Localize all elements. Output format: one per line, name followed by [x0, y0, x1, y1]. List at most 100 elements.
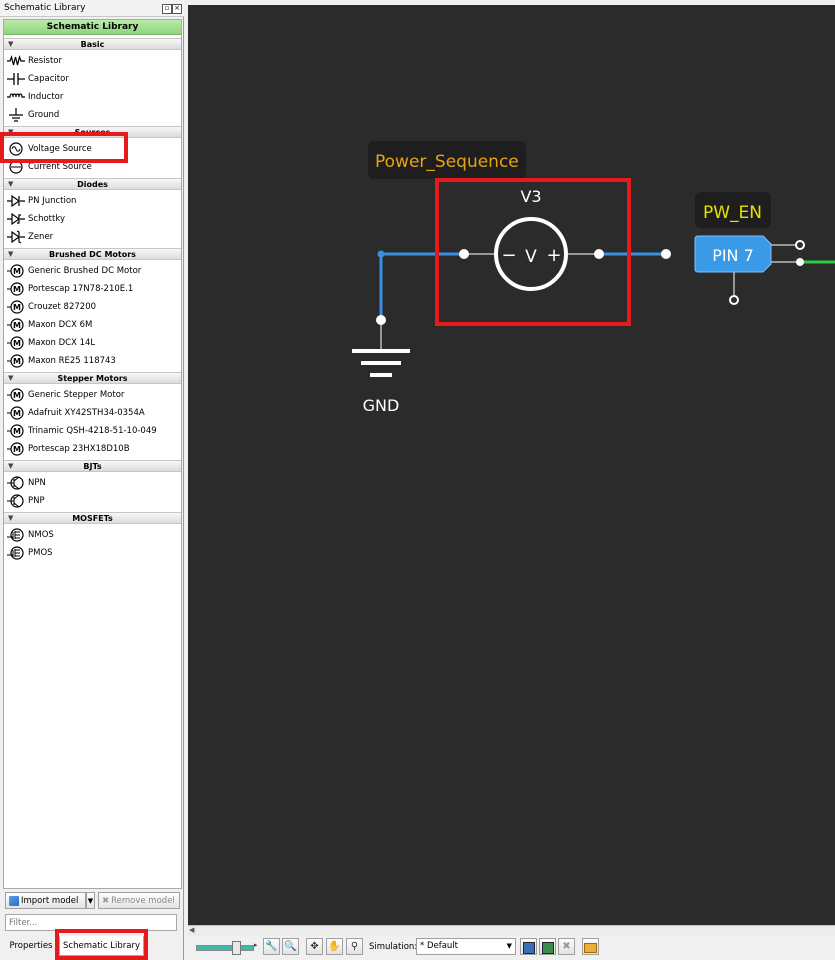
library-item-label: Crouzet 827200	[28, 302, 97, 312]
pin-terminal-right	[796, 258, 804, 266]
library-item-pn-junction[interactable]: PN Junction	[6, 193, 176, 209]
svg-text:M: M	[13, 321, 21, 330]
zoom-slider[interactable]	[196, 941, 254, 955]
collapse-arrow-icon: ▼	[8, 250, 14, 258]
panel-titlebar: Schematic Library ▫ ×	[0, 0, 184, 17]
import-model-button[interactable]: Import model	[5, 892, 86, 909]
category-stepper-motors[interactable]: ▼ Stepper Motors	[4, 372, 181, 384]
library-item-schottky[interactable]: Schottky	[6, 211, 176, 227]
svg-text:M: M	[13, 285, 21, 294]
probe-icon: ⚲	[350, 941, 359, 952]
horizontal-scrollbar[interactable]: ◀	[188, 925, 835, 936]
hand-tool-button[interactable]: ✋	[326, 938, 343, 955]
motor-icon: M	[7, 442, 24, 456]
library-item-portescap-23hx18d10b[interactable]: M Portescap 23HX18D10B	[6, 441, 176, 457]
library-item-label: Zener	[28, 232, 54, 242]
pin-label: PIN 7	[712, 246, 754, 265]
library-item-maxon-re25[interactable]: M Maxon RE25 118743	[6, 353, 176, 369]
pmos-icon	[7, 546, 24, 560]
library-item-pmos[interactable]: PMOS	[6, 545, 176, 561]
library-item-maxon-dcx-6m[interactable]: M Maxon DCX 6M	[6, 317, 176, 333]
probe-button[interactable]: ⚲	[346, 938, 363, 955]
library-item-pnp[interactable]: PNP	[6, 493, 176, 509]
filter-input[interactable]: Filter...	[5, 914, 177, 931]
save-button[interactable]	[520, 938, 537, 955]
model-toolbar: Import model ▼ ✖ Remove model	[3, 892, 182, 910]
svg-text:M: M	[13, 445, 21, 454]
schematic-canvas[interactable]: Power_Sequence V3 − V + GND PW_EN PIN 7	[188, 5, 835, 925]
category-mosfets[interactable]: ▼ MOSFETs	[4, 512, 181, 524]
library-item-generic-stepper-motor[interactable]: M Generic Stepper Motor	[6, 387, 176, 403]
library-item-voltage-source[interactable]: Voltage Source	[6, 141, 176, 157]
library-item-npn[interactable]: NPN	[6, 475, 176, 491]
category-basic[interactable]: ▼ Basic	[4, 38, 181, 50]
collapse-arrow-icon: ▼	[8, 514, 14, 522]
library-item-label: Generic Brushed DC Motor	[28, 266, 142, 276]
library-item-label: PN Junction	[28, 196, 77, 206]
source-name-label: V3	[520, 187, 541, 206]
close-icon: ✖	[562, 941, 571, 952]
float-panel-icon[interactable]: ▫	[162, 4, 172, 14]
library-item-current-source[interactable]: Current Source	[6, 159, 176, 175]
library-item-crouzet-827200[interactable]: M Crouzet 827200	[6, 299, 176, 315]
scroll-left-icon[interactable]: ◀	[189, 926, 194, 935]
motor-icon: M	[7, 424, 24, 438]
motor-icon: M	[7, 354, 24, 368]
motor-icon: M	[7, 264, 24, 278]
wrench-icon: 🔧	[265, 941, 278, 952]
category-diodes[interactable]: ▼ Diodes	[4, 178, 181, 190]
collapse-arrow-icon: ▼	[8, 180, 14, 188]
open-folder-button[interactable]	[582, 938, 599, 955]
remove-icon: ✖	[102, 896, 110, 906]
category-title: Brushed DC Motors	[49, 250, 136, 259]
collapse-arrow-icon: ▼	[8, 374, 14, 382]
simulation-selected-value: * Default	[420, 941, 459, 951]
library-item-maxon-dcx-14l[interactable]: M Maxon DCX 14L	[6, 335, 176, 351]
motor-icon: M	[7, 282, 24, 296]
save-as-button[interactable]	[539, 938, 556, 955]
library-item-nmos[interactable]: NMOS	[6, 527, 176, 543]
library-item-resistor[interactable]: Resistor	[6, 53, 176, 69]
category-sources[interactable]: ▼ Sources	[4, 126, 181, 138]
category-title: Basic	[80, 40, 105, 49]
category-bjts[interactable]: ▼ BJTs	[4, 460, 181, 472]
nmos-icon	[7, 528, 24, 542]
import-dropdown-button[interactable]: ▼	[86, 892, 95, 909]
library-item-generic-brushed-dc-motor[interactable]: M Generic Brushed DC Motor	[6, 263, 176, 279]
category-title: Diodes	[77, 180, 108, 189]
library-item-portescap-17n78[interactable]: M Portescap 17N78-210E.1	[6, 281, 176, 297]
block-label: Power_Sequence	[375, 152, 519, 172]
zoom-tool-button[interactable]: 🔧	[263, 938, 280, 955]
svg-text:M: M	[13, 303, 21, 312]
schematic-library-panel: Schematic Library ▫ × Schematic Library …	[0, 0, 184, 960]
library-item-trinamic-qsh[interactable]: M Trinamic QSH-4218-51-10-049	[6, 423, 176, 439]
library-item-label: Generic Stepper Motor	[28, 390, 125, 400]
zoom-slider-thumb[interactable]	[232, 941, 241, 955]
library-item-label: Portescap 23HX18D10B	[28, 444, 130, 454]
tab-schematic-library[interactable]: Schematic Library	[59, 936, 144, 956]
simulation-select[interactable]: * Default ▼	[416, 938, 516, 955]
library-item-inductor[interactable]: Inductor	[6, 89, 176, 105]
category-brushed-dc-motors[interactable]: ▼ Brushed DC Motors	[4, 248, 181, 260]
library-item-zener[interactable]: Zener	[6, 229, 176, 245]
pan-button[interactable]: ✥	[306, 938, 323, 955]
library-item-adafruit-xy42sth34[interactable]: M Adafruit XY42STH34-0354A	[6, 405, 176, 421]
library-item-capacitor[interactable]: Capacitor	[6, 71, 176, 87]
source-minus-sign: −	[501, 245, 516, 266]
capacitor-icon	[7, 73, 25, 85]
delete-button[interactable]: ✖	[558, 938, 575, 955]
remove-model-button[interactable]: ✖ Remove model	[98, 892, 180, 909]
zoom-in-button[interactable]: 🔍	[282, 938, 299, 955]
collapse-arrow-icon: ▼	[8, 128, 14, 136]
library-item-label: Current Source	[28, 162, 92, 172]
source-v-label: V	[525, 247, 537, 267]
tab-properties[interactable]: Properties	[4, 936, 58, 956]
ground-icon	[9, 108, 23, 122]
zoom-dropdown-icon[interactable]: ▸	[254, 941, 258, 949]
library-item-ground[interactable]: Ground	[6, 107, 176, 123]
close-panel-icon[interactable]: ×	[172, 4, 182, 14]
ground-label: GND	[363, 396, 400, 415]
resistor-icon	[7, 54, 25, 66]
save-icon	[522, 942, 535, 954]
wire-junction	[377, 250, 385, 258]
